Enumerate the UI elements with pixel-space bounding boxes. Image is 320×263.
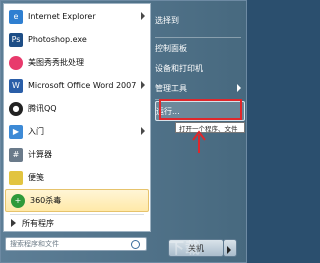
getting-started-icon: ▶ bbox=[9, 124, 23, 139]
calculator-icon: # bbox=[9, 147, 23, 162]
program-getting-started[interactable]: ▶ 入门 bbox=[4, 120, 150, 143]
submenu-arrow-icon bbox=[141, 127, 145, 135]
program-label: 腾讯QQ bbox=[28, 104, 57, 113]
program-meitu-batch[interactable]: 美图秀秀批处理 bbox=[4, 51, 150, 74]
program-label: Photoshop.exe bbox=[28, 35, 87, 44]
search-placeholder: 搜索程序和文件 bbox=[10, 240, 59, 248]
program-label: 便笺 bbox=[28, 173, 44, 182]
program-word-2007[interactable]: W Microsoft Office Word 2007 bbox=[4, 74, 150, 97]
program-sticky-notes[interactable]: 便笺 bbox=[4, 166, 150, 189]
link-admin-tools[interactable]: 管理工具 bbox=[155, 79, 243, 97]
annotation-arrow-icon bbox=[192, 130, 206, 153]
program-calculator[interactable]: # 计算器 bbox=[4, 143, 150, 166]
link-label: 控制面板 bbox=[155, 43, 187, 53]
program-photoshop[interactable]: Ps Photoshop.exe bbox=[4, 28, 150, 51]
word-icon: W bbox=[9, 78, 23, 93]
program-internet-explorer[interactable]: e Internet Explorer bbox=[4, 5, 150, 28]
shutdown-options-button[interactable] bbox=[223, 239, 237, 257]
search-icon bbox=[131, 239, 140, 249]
program-label: Microsoft Office Word 2007 bbox=[28, 81, 137, 90]
link-devices-printers[interactable]: 设备和打印机 bbox=[155, 59, 243, 77]
tooltip: 打开一个程序、文件 bbox=[175, 122, 245, 133]
link-label: 选择到 bbox=[155, 15, 179, 25]
program-label: 入门 bbox=[28, 127, 44, 136]
photoshop-icon: Ps bbox=[9, 32, 23, 47]
link-label: 设备和打印机 bbox=[155, 63, 203, 73]
expand-arrow-icon bbox=[11, 219, 16, 227]
all-programs-label: 所有程序 bbox=[22, 218, 54, 228]
sticky-notes-icon bbox=[9, 170, 23, 185]
search-box[interactable]: 搜索程序和文件 bbox=[5, 237, 147, 251]
link-label: 管理工具 bbox=[155, 83, 187, 93]
submenu-arrow-icon bbox=[237, 84, 241, 92]
link-control-panel[interactable]: 控制面板 bbox=[155, 39, 243, 57]
meitu-icon bbox=[9, 55, 23, 70]
qq-icon: ● bbox=[9, 101, 23, 116]
all-programs-button[interactable]: 所有程序 bbox=[3, 214, 149, 232]
program-label: 美图秀秀批处理 bbox=[28, 58, 84, 67]
program-label: 计算器 bbox=[28, 150, 52, 159]
link-select-to[interactable]: 选择到 bbox=[155, 11, 243, 29]
360-antivirus-icon: + bbox=[11, 193, 25, 208]
program-label: 360杀毒 bbox=[30, 196, 62, 205]
program-label: Internet Explorer bbox=[28, 12, 96, 21]
shutdown-button[interactable]: 关机 bbox=[168, 239, 224, 257]
programs-pane: e Internet Explorer Ps Photoshop.exe 美图秀… bbox=[3, 3, 151, 232]
shutdown-label: 关机 bbox=[188, 243, 204, 253]
submenu-arrow-icon bbox=[141, 81, 145, 89]
program-qq[interactable]: ● 腾讯QQ bbox=[4, 97, 150, 120]
ie-icon: e bbox=[9, 9, 23, 24]
start-menu: e Internet Explorer Ps Photoshop.exe 美图秀… bbox=[0, 0, 247, 263]
submenu-arrow-icon bbox=[141, 12, 145, 20]
divider bbox=[155, 37, 241, 38]
highlight-box bbox=[159, 99, 242, 120]
program-360-antivirus[interactable]: + 360杀毒 bbox=[5, 189, 149, 212]
